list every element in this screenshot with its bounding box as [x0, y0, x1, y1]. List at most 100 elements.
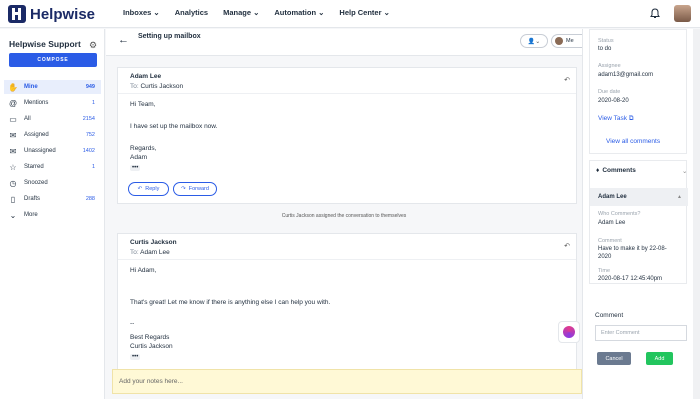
reply-label: Reply [145, 186, 160, 192]
message-line: I have set up the mailbox now. [130, 123, 218, 130]
at-icon: @ [8, 98, 18, 108]
view-all-comments-link[interactable]: View all comments [606, 138, 660, 145]
message-card: Adam Lee To: Curtis Jackson ↶ Hi Team, I… [117, 67, 577, 204]
sidebar-item-count: 949 [85, 84, 95, 90]
sidebar-item-count: 1 [91, 164, 95, 170]
notes-bar [112, 369, 582, 394]
time-value: 2020-08-17 12:45:40pm [598, 276, 663, 282]
sidebar-item-more[interactable]: ⌄ More [4, 208, 101, 222]
reply-icon: ↶ [137, 186, 143, 192]
clock-icon: ◷ [9, 178, 17, 188]
status-label: Status [598, 38, 614, 44]
message-sender: Adam Lee [130, 73, 162, 80]
view-task-link[interactable]: View Task ⧉ [598, 115, 634, 123]
logo-icon [8, 5, 26, 23]
nav-analytics[interactable]: Analytics [175, 8, 208, 17]
reply-arrow-icon[interactable]: ↶ [564, 76, 570, 84]
divider [118, 259, 576, 260]
forward-icon: ↷ [181, 186, 186, 192]
assignee-pill[interactable]: Me [551, 34, 582, 48]
due-date-label: Due date [598, 89, 621, 95]
comments-card: ♦ Comments ⌄ Adam Lee ▲ Who Comments? Ad… [589, 160, 688, 284]
assignment-note: Curtis Jackson assigned the conversation… [281, 213, 407, 219]
sidebar-item-unassigned[interactable]: ✉ Unassigned 1402 [4, 144, 101, 158]
message-card: Curtis Jackson To: Adam Lee ↶ Hi Adam, T… [117, 233, 577, 370]
conversation-pane: ← Setting up mailbox 👤 ⌄ Me Adam Lee To: … [106, 29, 582, 399]
sidebar-item-label: Unassigned [24, 148, 56, 154]
nav-help-center[interactable]: Help Center ⌄ [339, 8, 389, 17]
logo-text: Helpwise [30, 5, 96, 23]
reply-button[interactable]: ↶ Reply [128, 182, 169, 196]
sidebar-item-snoozed[interactable]: ◷ Snoozed [4, 176, 101, 190]
nav-automation[interactable]: Automation ⌄ [274, 8, 324, 17]
message-line: Hi Adam, [130, 267, 157, 274]
user-avatar[interactable] [674, 5, 691, 22]
message-line: -- [130, 320, 135, 327]
chevron-up-icon: ▲ [677, 194, 682, 200]
recipient-name: Adam Lee [140, 249, 170, 256]
forward-button[interactable]: ↷ Forward [173, 182, 217, 196]
helpwise-logo[interactable]: Helpwise [8, 5, 95, 23]
comment-author-row[interactable]: Adam Lee ▲ [590, 188, 688, 206]
sidebar-item-starred[interactable]: ☆ Starred 1 [4, 160, 101, 174]
message-line: Regards, [130, 145, 157, 152]
assign-user-button[interactable]: 👤 ⌄ [520, 34, 548, 48]
sidebar-item-mentions[interactable]: @ Mentions 1 [4, 96, 101, 110]
back-arrow-icon[interactable]: ← [118, 34, 129, 46]
assistant-launcher-icon[interactable] [558, 321, 580, 343]
message-line: Best Regards [130, 334, 170, 341]
show-quoted-button[interactable]: ••• [130, 165, 141, 171]
reply-arrow-icon[interactable]: ↶ [564, 242, 570, 250]
bell-icon[interactable] [650, 8, 660, 19]
assignee-value: adam13@gmail.com [598, 72, 654, 78]
diamond-icon: ♦ [596, 167, 600, 174]
gear-icon[interactable]: ⚙ [89, 40, 97, 51]
forward-label: Forward [188, 186, 209, 192]
sidebar-item-label: Starred [24, 164, 44, 170]
compose-button[interactable]: COMPOSE [9, 53, 97, 67]
divider [118, 93, 576, 94]
sidebar-item-drafts[interactable]: ▯ Drafts 288 [4, 192, 101, 206]
chevron-down-icon: ⌄ [535, 38, 541, 45]
comment-form-label: Comment [595, 312, 624, 319]
sidebar-item-count: 2154 [82, 116, 95, 122]
show-quoted-button[interactable]: ••• [130, 354, 141, 360]
sidebar-item-count: 752 [85, 132, 95, 138]
comments-title: Comments [602, 167, 636, 174]
sidebar-item-all[interactable]: ▭ All 2154 [4, 112, 101, 126]
comments-header[interactable]: ♦ Comments ⌄ [596, 167, 687, 175]
message-line: Curtis Jackson [130, 343, 173, 350]
assignee-label: Assignee [598, 63, 621, 69]
nav-manage[interactable]: Manage ⌄ [223, 8, 259, 17]
cancel-button[interactable]: Cancel [597, 352, 631, 365]
sidebar-item-assigned[interactable]: ✉ Assigned 752 [4, 128, 101, 142]
to-label: To: [130, 249, 139, 256]
sidebar-item-label: Assigned [24, 132, 49, 138]
chevron-down-icon: ⌄ [9, 210, 17, 220]
comment-text: 2020 [598, 254, 612, 260]
conversation-header: ← Setting up mailbox 👤 ⌄ Me [106, 29, 582, 56]
sidebar-item-mine[interactable]: ✋ Mine 949 [4, 80, 101, 94]
sidebar-item-count: 1 [91, 100, 95, 106]
to-label: To: [130, 83, 139, 90]
sidebar-item-label: More [24, 212, 38, 218]
nav-inboxes[interactable]: Inboxes ⌄ [123, 8, 160, 17]
sidebar-item-label: Snoozed [24, 180, 48, 186]
comment-text: Have to make it by 22-08- [598, 246, 667, 252]
add-comment-button[interactable]: Add [646, 352, 673, 365]
star-icon: ☆ [9, 162, 17, 172]
message-recipient: To: Adam Lee [130, 249, 170, 256]
sidebar-item-label: Mine [24, 84, 38, 90]
task-card: Status to do Assignee adam13@gmail.com D… [589, 29, 687, 154]
sidebar-item-count: 1402 [82, 148, 95, 154]
hand-icon: ✋ [8, 82, 18, 92]
status-value: to do [598, 46, 612, 52]
message-sender: Curtis Jackson [130, 239, 177, 246]
notes-input[interactable] [113, 370, 581, 393]
message-recipient: To: Curtis Jackson [130, 83, 183, 90]
scrollbar[interactable] [693, 29, 700, 399]
comment-input[interactable] [595, 325, 687, 341]
envelope-open-icon: ✉ [9, 146, 17, 156]
external-link-icon: ⧉ [628, 115, 634, 122]
comment-author: Adam Lee [598, 194, 627, 200]
